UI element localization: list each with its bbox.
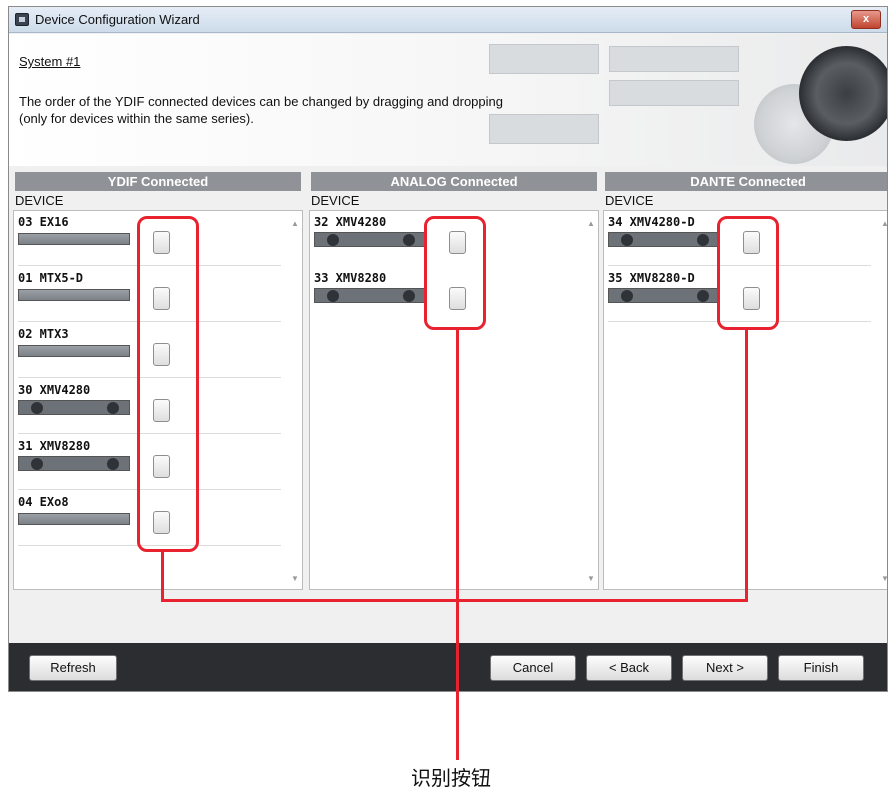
device-name: 34 XMV4280-D — [608, 215, 695, 229]
device-image — [18, 456, 130, 471]
annotation-connector-line — [161, 599, 748, 602]
device-name: 35 XMV8280-D — [608, 271, 695, 285]
identify-button-callout: 识别按钮 — [411, 766, 491, 790]
device-name: 31 XMV8280 — [18, 439, 91, 453]
device-name: 01 MTX5-D — [18, 271, 84, 285]
ydif-column-header: YDIF Connected — [15, 172, 301, 191]
identify-buttons-highlight — [137, 216, 199, 552]
device-name: 02 MTX3 — [18, 327, 69, 341]
device-image — [608, 232, 720, 247]
dante-column-header: DANTE Connected — [605, 172, 887, 191]
rack-device-image — [609, 80, 739, 106]
footer-bar: Refresh Cancel < Back Next > Finish — [9, 643, 887, 691]
speaker-image — [799, 46, 887, 141]
device-image — [18, 513, 130, 525]
device-name: 03 EX16 — [18, 215, 69, 229]
device-name: 04 EXo8 — [18, 495, 69, 509]
device-image — [18, 233, 130, 245]
back-button[interactable]: < Back — [586, 655, 672, 681]
ydif-device-label: DEVICE — [15, 193, 64, 208]
header-banner: System #1 The order of the YDIF connecte… — [9, 34, 887, 166]
identify-buttons-highlight — [717, 216, 779, 330]
description-line: The order of the YDIF connected devices … — [19, 94, 503, 109]
scroll-down-arrow-icon[interactable]: ▼ — [880, 574, 887, 583]
close-button[interactable]: x — [851, 10, 881, 29]
system-title: System #1 — [19, 54, 81, 69]
description-line: (only for devices within the same series… — [19, 111, 254, 126]
device-name: 33 XMV8280 — [314, 271, 387, 285]
title-bar: Device Configuration Wizard x — [9, 7, 887, 33]
scroll-up-arrow-icon[interactable]: ▲ — [290, 219, 300, 228]
annotation-connector-line — [161, 550, 164, 602]
dante-device-label: DEVICE — [605, 193, 654, 208]
device-image — [314, 232, 426, 247]
cancel-button[interactable]: Cancel — [490, 655, 576, 681]
device-name: 32 XMV4280 — [314, 215, 387, 229]
device-image — [18, 345, 130, 357]
analog-column-header: ANALOG Connected — [311, 172, 597, 191]
refresh-button[interactable]: Refresh — [29, 655, 117, 681]
rack-device-image — [489, 44, 599, 74]
rack-device-image — [609, 46, 739, 72]
scroll-down-arrow-icon[interactable]: ▼ — [586, 574, 596, 583]
annotation-connector-line — [456, 328, 459, 760]
header-description: The order of the YDIF connected devices … — [19, 93, 619, 127]
scroll-down-arrow-icon[interactable]: ▼ — [290, 574, 300, 583]
annotation-connector-line — [745, 328, 748, 602]
identify-buttons-highlight — [424, 216, 486, 330]
window-title: Device Configuration Wizard — [35, 12, 200, 27]
device-name: 30 XMV4280 — [18, 383, 91, 397]
scroll-up-arrow-icon[interactable]: ▲ — [880, 219, 887, 228]
device-image — [608, 288, 720, 303]
app-icon — [15, 13, 29, 26]
device-image — [18, 400, 130, 415]
device-image — [18, 289, 130, 301]
scroll-up-arrow-icon[interactable]: ▲ — [586, 219, 596, 228]
finish-button[interactable]: Finish — [778, 655, 864, 681]
analog-device-label: DEVICE — [311, 193, 360, 208]
device-image — [314, 288, 426, 303]
next-button[interactable]: Next > — [682, 655, 768, 681]
